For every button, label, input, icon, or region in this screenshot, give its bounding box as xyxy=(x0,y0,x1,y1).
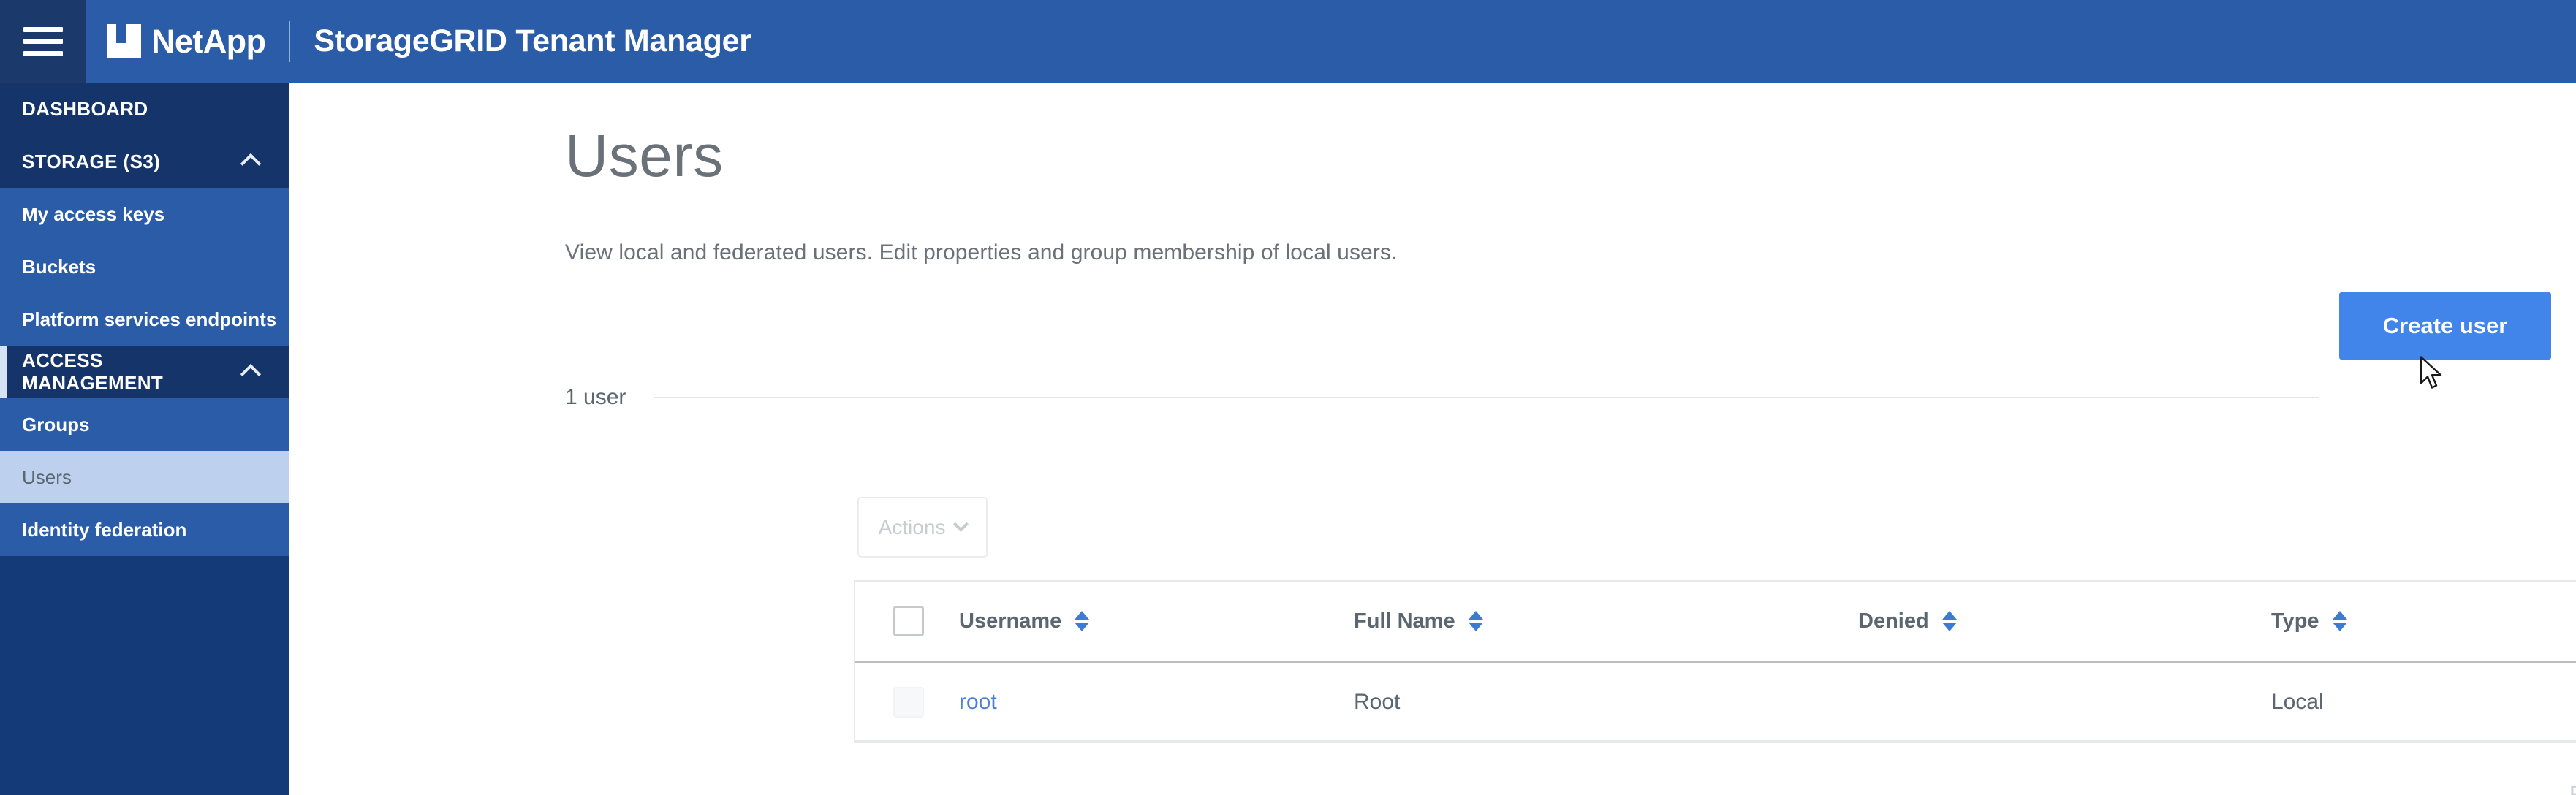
pagination: ← Previous 1 Next → xyxy=(2526,780,2576,795)
row-select-cell xyxy=(855,662,959,742)
brand-divider xyxy=(289,20,291,62)
row-select-checkbox xyxy=(893,686,924,718)
menu-toggle-button[interactable] xyxy=(0,0,86,83)
table-row: root Root Local xyxy=(855,662,2576,742)
sidebar-section-storage-s3[interactable]: STORAGE (S3) xyxy=(0,135,289,188)
sidebar-nav: DASHBOARD STORAGE (S3) My access keys Bucke… xyxy=(0,83,289,556)
sidebar-item-label: My access keys xyxy=(22,202,165,225)
sidebar-section-label: ACCESS MANAGEMENT xyxy=(22,349,164,394)
result-count-label: 1 user xyxy=(565,385,626,409)
sidebar-item-label: Groups xyxy=(22,413,90,435)
username-link[interactable]: root xyxy=(959,690,997,714)
brand-name: NetApp xyxy=(151,22,266,60)
count-divider xyxy=(654,397,2319,398)
sort-icon-fullname[interactable] xyxy=(1468,611,1483,631)
brand: NetApp StorageGRID Tenant Manager xyxy=(107,0,751,83)
column-label-denied: Denied xyxy=(1858,609,1929,633)
sort-icon-denied[interactable] xyxy=(1942,611,1957,631)
table-header-row: Username Full Name Denied Type xyxy=(855,582,2576,662)
sidebar-item-my-access-keys[interactable]: My access keys xyxy=(0,188,289,240)
main-content: Users View local and federated users. Ed… xyxy=(289,83,2576,795)
column-header-username[interactable]: Username xyxy=(959,582,1354,662)
column-label-username: Username xyxy=(959,609,1062,633)
column-label-type: Type xyxy=(2271,609,2319,633)
sidebar-item-identity-federation[interactable]: Identity federation xyxy=(0,503,289,556)
column-header-fullname[interactable]: Full Name xyxy=(1354,582,1858,662)
column-header-type[interactable]: Type xyxy=(2271,582,2576,662)
cell-denied xyxy=(1858,662,2271,742)
users-table: Username Full Name Denied Type root Root… xyxy=(854,580,2576,743)
sidebar-item-users[interactable]: Users xyxy=(0,451,289,503)
select-all-checkbox[interactable] xyxy=(893,606,924,636)
column-label-fullname: Full Name xyxy=(1354,609,1455,633)
result-count-row: 1 user xyxy=(565,385,2319,410)
cell-type: Local xyxy=(2271,662,2576,742)
sidebar-item-buckets[interactable]: Buckets xyxy=(0,240,289,293)
hamburger-icon xyxy=(23,26,63,56)
page-title: Users xyxy=(565,123,724,189)
previous-button[interactable]: Previous xyxy=(2569,782,2576,795)
sidebar: DASHBOARD STORAGE (S3) My access keys Bucke… xyxy=(0,83,289,795)
sort-icon-username[interactable] xyxy=(1075,611,1090,631)
netapp-logo-icon xyxy=(107,24,141,58)
sidebar-item-label: Identity federation xyxy=(22,518,187,541)
create-user-button[interactable]: Create user xyxy=(2339,292,2551,360)
sidebar-item-platform-services-endpoints[interactable]: Platform services endpoints xyxy=(0,293,289,346)
previous-arrow-icon[interactable]: ← xyxy=(2526,780,2553,795)
sidebar-section-label: STORAGE (S3) xyxy=(22,150,161,172)
app-root: NetApp StorageGRID Tenant Manager DASHBO… xyxy=(0,0,2576,795)
sidebar-item-label: Users xyxy=(22,465,72,488)
chevron-down-icon xyxy=(953,516,969,533)
cell-username: root xyxy=(959,662,1354,742)
sidebar-item-label: Buckets xyxy=(22,255,96,278)
sidebar-section-access-management[interactable]: ACCESS MANAGEMENT xyxy=(0,346,289,398)
sort-icon-type[interactable] xyxy=(2332,611,2347,631)
actions-dropdown-button[interactable]: Actions xyxy=(857,497,988,558)
cell-fullname: Root xyxy=(1354,662,1858,742)
app-title: StorageGRID Tenant Manager xyxy=(314,23,751,58)
sidebar-item-label: Platform services endpoints xyxy=(22,308,277,330)
sidebar-section-dashboard[interactable]: DASHBOARD xyxy=(0,83,289,135)
sidebar-section-label: DASHBOARD xyxy=(22,97,148,120)
sidebar-item-groups[interactable]: Groups xyxy=(0,398,289,451)
table-body: root Root Local xyxy=(855,662,2576,742)
page-subtitle: View local and federated users. Edit pro… xyxy=(565,240,1398,265)
top-bar: NetApp StorageGRID Tenant Manager xyxy=(0,0,2576,83)
chevron-up-icon[interactable] xyxy=(240,153,262,175)
column-header-denied[interactable]: Denied xyxy=(1858,582,2271,662)
select-all-header xyxy=(855,582,959,662)
actions-label: Actions xyxy=(878,515,946,539)
